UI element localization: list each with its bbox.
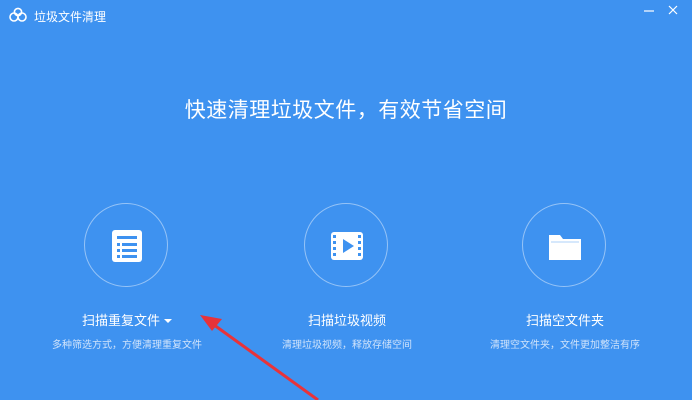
scan-empty-folders-label[interactable]: 扫描空文件夹 [470,310,660,329]
app-window: 垃圾文件清理 快速清理垃圾文件，有效节省空间 扫描重复文件 多种筛选方式，方便清… [0,0,692,400]
video-film-icon [331,232,363,260]
page-headline: 快速清理垃圾文件，有效节省空间 [184,98,508,122]
scan-duplicates-description: 多种筛选方式，方便清理重复文件 [52,340,202,351]
feature-scan-empty-folders: 扫描空文件夹 清理空文件夹，文件更加整洁有序 [470,200,660,360]
scan-duplicates-label[interactable]: 扫描重复文件 [32,310,222,329]
scan-empty-folders-button[interactable] [522,203,606,287]
cloud-logo-icon [9,7,27,22]
feature-scan-videos: 扫描垃圾视频 清理垃圾视频，释放存储空间 [252,200,442,360]
scan-videos-button[interactable] [304,203,388,287]
title-bar: 垃圾文件清理 [0,0,692,34]
scan-videos-label[interactable]: 扫描垃圾视频 [252,310,442,329]
scan-empty-folders-description: 清理空文件夹，文件更加整洁有序 [490,340,640,351]
close-icon[interactable] [664,4,682,18]
scan-videos-description: 清理垃圾视频，释放存储空间 [282,340,412,351]
document-list-icon [112,230,142,262]
scan-duplicates-button[interactable] [84,203,168,287]
minimize-icon[interactable] [640,4,658,18]
chevron-down-icon[interactable] [164,319,172,323]
feature-scan-duplicates: 扫描重复文件 多种筛选方式，方便清理重复文件 [32,200,222,360]
window-title: 垃圾文件清理 [34,10,107,24]
folder-icon [549,235,581,260]
scan-duplicates-text: 扫描重复文件 [81,314,160,329]
